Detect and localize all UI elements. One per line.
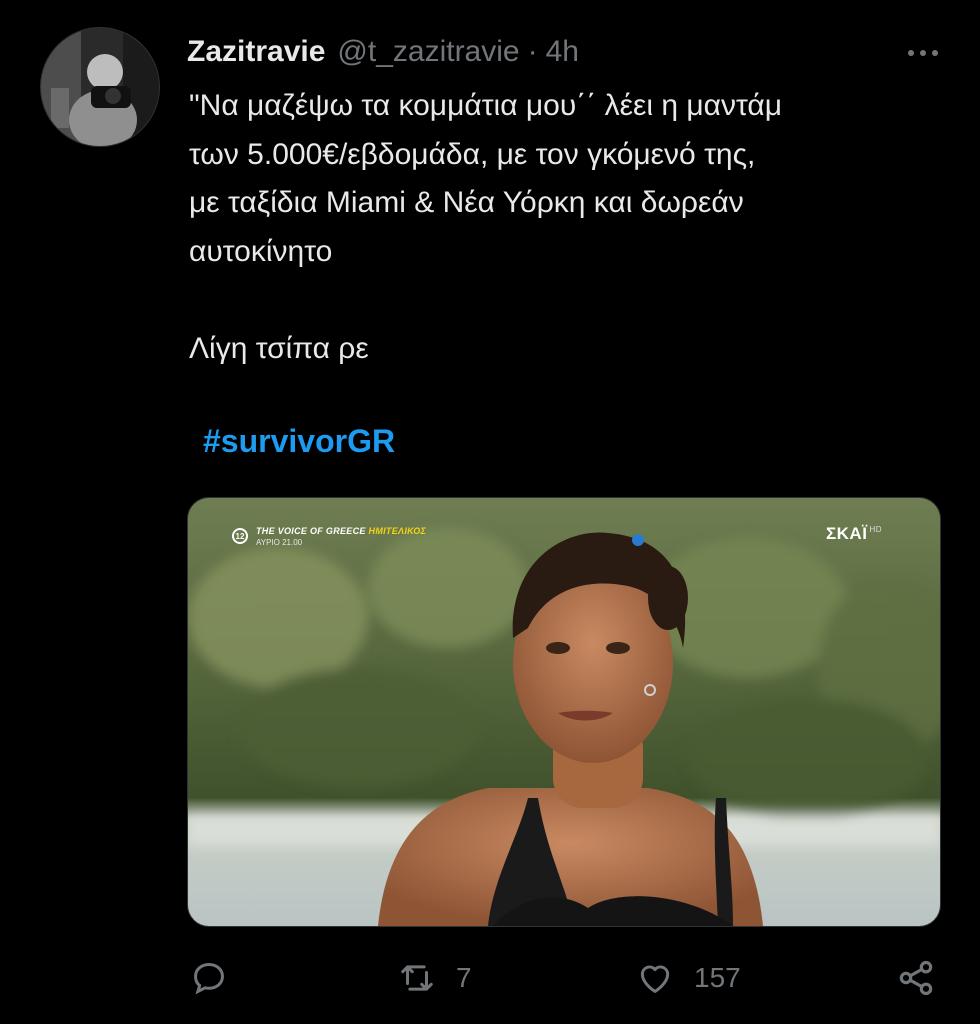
- tweet-text: "Να μαζέψω τα κομμάτια μου΄΄ λέει η μαντ…: [189, 89, 783, 365]
- media-photo: [188, 498, 940, 926]
- tweet-header: Zazitravie @t_zazitravie · 4h: [187, 30, 947, 74]
- channel-hd: HD: [869, 525, 882, 535]
- more-horizontal-icon[interactable]: [903, 38, 943, 68]
- tweet-actions: 7 157: [0, 950, 980, 1006]
- share-button[interactable]: [896, 950, 936, 1006]
- retweet-button[interactable]: 7: [398, 950, 472, 1006]
- tweet[interactable]: Zazitravie @t_zazitravie · 4h "Να μαζέψω…: [0, 0, 980, 1024]
- hashtag-link[interactable]: #survivorGR: [203, 417, 395, 465]
- overlay-show-highlight: ΗΜΙΤΕΛΙΚΟΣ: [368, 526, 427, 536]
- display-name[interactable]: Zazitravie: [187, 35, 325, 69]
- channel-name: ΣΚΑΪ: [825, 524, 868, 543]
- channel-rating-badge: 12: [232, 528, 248, 544]
- overlay-show-name: THE VOICE OF GREECE: [256, 526, 366, 536]
- retweet-icon: [401, 965, 433, 991]
- heart-icon: [640, 965, 670, 993]
- overlay-show-time: ΑΥΡΙΟ 21.00: [256, 538, 303, 547]
- retweet-count: 7: [456, 962, 472, 993]
- channel-logo: ΣΚΑΪ HD: [826, 524, 882, 544]
- reply-bubble-icon: [194, 963, 224, 995]
- overlay-show-title: THE VOICE OF GREECE ΗΜΙΤΕΛΙΚΟΣ: [256, 526, 426, 536]
- avatar-image: [41, 28, 159, 146]
- avatar[interactable]: [40, 27, 160, 147]
- share-icon: [899, 960, 933, 996]
- separator-dot: ·: [527, 35, 538, 68]
- reply-button[interactable]: [190, 950, 248, 1006]
- handle[interactable]: @t_zazitravie: [337, 35, 519, 69]
- like-button[interactable]: 157: [636, 950, 741, 1006]
- tweet-media-image[interactable]: 12 THE VOICE OF GREECE ΗΜΙΤΕΛΙΚΟΣ ΑΥΡΙΟ …: [187, 497, 941, 927]
- timestamp[interactable]: 4h: [546, 35, 579, 69]
- like-count: 157: [694, 962, 741, 993]
